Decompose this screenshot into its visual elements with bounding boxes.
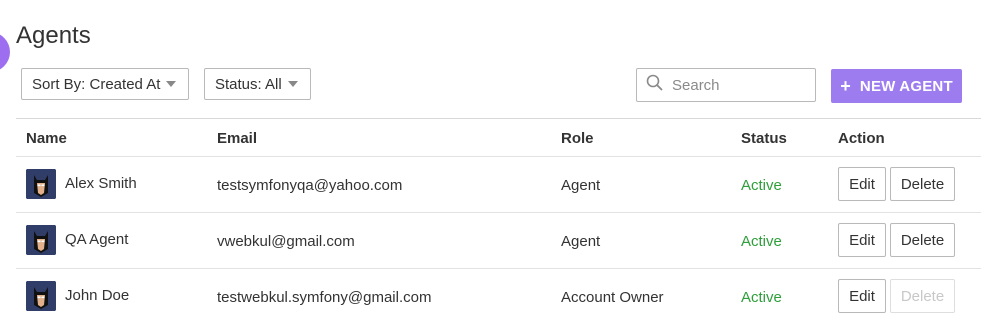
edit-button[interactable]: Edit	[838, 167, 886, 201]
status-badge: Active	[741, 233, 782, 250]
page-title: Agents	[16, 22, 91, 49]
sort-dropdown[interactable]: Sort By: Created At	[21, 68, 189, 100]
table-top-border	[16, 118, 981, 119]
column-header-status: Status	[741, 130, 787, 147]
sidebar-toggle[interactable]	[0, 32, 10, 72]
agent-name: Alex Smith	[65, 175, 137, 192]
status-badge: Active	[741, 289, 782, 306]
agent-name: QA Agent	[65, 231, 129, 248]
plus-icon: +	[840, 76, 851, 96]
caret-down-icon	[166, 81, 177, 87]
column-header-role: Role	[561, 130, 594, 147]
new-agent-label: NEW AGENT	[859, 77, 953, 95]
avatar-icon	[26, 281, 56, 311]
row-divider	[16, 268, 981, 269]
agent-email: testwebkul.symfony@gmail.com	[217, 289, 432, 306]
new-agent-button[interactable]: + NEW AGENT	[831, 69, 962, 103]
agent-name: John Doe	[65, 287, 130, 304]
sort-dropdown-label: Sort By: Created At	[32, 75, 161, 93]
agent-role: Agent	[561, 233, 601, 250]
agent-email: testsymfonyqa@yahoo.com	[217, 177, 403, 194]
search-box[interactable]	[636, 68, 816, 102]
avatar-icon	[26, 169, 56, 199]
agent-role: Account Owner	[561, 289, 664, 306]
column-header-name: Name	[26, 130, 67, 147]
table-row: John Doe testwebkul.symfony@gmail.com Ac…	[16, 268, 981, 324]
edit-button[interactable]: Edit	[838, 223, 886, 257]
search-icon	[646, 74, 663, 96]
table-row: Alex Smith testsymfonyqa@yahoo.com Agent…	[16, 156, 981, 212]
avatar-icon	[26, 225, 56, 255]
delete-button[interactable]: Delete	[890, 167, 955, 201]
status-dropdown[interactable]: Status: All	[204, 68, 311, 100]
table-row: QA Agent vwebkul@gmail.com Agent Active …	[16, 212, 981, 268]
column-header-action: Action	[838, 130, 885, 147]
delete-button-disabled: Delete	[890, 279, 955, 313]
row-divider	[16, 212, 981, 213]
caret-down-icon	[287, 81, 298, 87]
search-input[interactable]	[670, 75, 804, 95]
row-divider	[16, 156, 981, 157]
agent-role: Agent	[561, 177, 601, 194]
column-header-email: Email	[217, 130, 258, 147]
status-dropdown-label: Status: All	[215, 75, 282, 93]
edit-button[interactable]: Edit	[838, 279, 886, 313]
delete-button[interactable]: Delete	[890, 223, 955, 257]
agent-email: vwebkul@gmail.com	[217, 233, 355, 250]
status-badge: Active	[741, 177, 782, 194]
